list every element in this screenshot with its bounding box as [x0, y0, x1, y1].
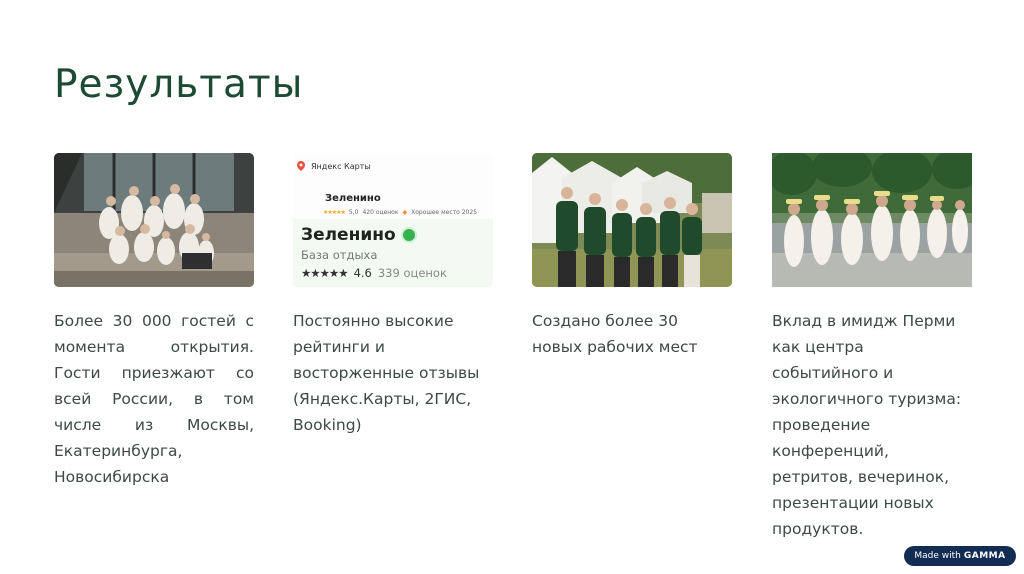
rating-value: 4.6 — [353, 266, 372, 280]
small-rating: 5,0 — [348, 209, 359, 216]
family-photo — [54, 153, 254, 287]
ratings-screenshot: Яндекс Карты Зеленино ★★★★★ 5,0 420 оцен… — [293, 153, 493, 287]
team-photo — [532, 153, 732, 287]
result-text-ratings: Постоянно высокие рейтинги и восторженны… — [293, 312, 480, 434]
good-place-badge: Хорошее место 2025 — [411, 209, 478, 216]
festival-photo — [772, 153, 972, 287]
small-count: 420 оценок — [362, 209, 399, 216]
page-title: Результаты — [54, 62, 304, 107]
made-with-label: Made with — [914, 551, 961, 561]
place-name: Зеленино — [301, 225, 417, 245]
result-column-jobs: Создано более 30 новых рабочих мест — [532, 153, 732, 360]
result-text-jobs: Создано более 30 новых рабочих мест — [532, 312, 698, 356]
result-column-image: Вклад в имидж Перми как центра событийно… — [772, 153, 972, 542]
result-column-ratings: Яндекс Карты Зеленино ★★★★★ 5,0 420 оцен… — [293, 153, 493, 438]
result-text-image: Вклад в имидж Перми как центра событийно… — [772, 312, 962, 538]
gamma-logo: GAMMA — [963, 551, 1006, 561]
maps-app-name: Яндекс Карты — [311, 161, 371, 171]
verified-icon — [400, 227, 417, 243]
rating-count: 339 оценок — [377, 266, 447, 280]
result-text-guests: Более 30 000 гостей с момента открытия. … — [54, 312, 254, 486]
small-stars: ★★★★★ — [323, 209, 346, 216]
place-category: База отдыха — [301, 248, 378, 262]
good-place-icon: ◆ — [402, 209, 408, 216]
map-pin-icon — [297, 161, 305, 171]
result-column-guests: Более 30 000 гостей с момента открытия. … — [54, 153, 254, 490]
made-with-gamma-badge[interactable]: Made with GAMMA — [904, 546, 1016, 566]
place-name-small: Зеленино — [325, 193, 381, 204]
rating-stars: ★★★★★ — [301, 266, 349, 280]
small-rating-row: ★★★★★ 5,0 420 оценок ◆ Хорошее место 202… — [323, 209, 477, 216]
maps-header: Яндекс Карты — [293, 153, 493, 179]
rating-row: ★★★★★ 4.6 339 оценок — [301, 266, 447, 280]
